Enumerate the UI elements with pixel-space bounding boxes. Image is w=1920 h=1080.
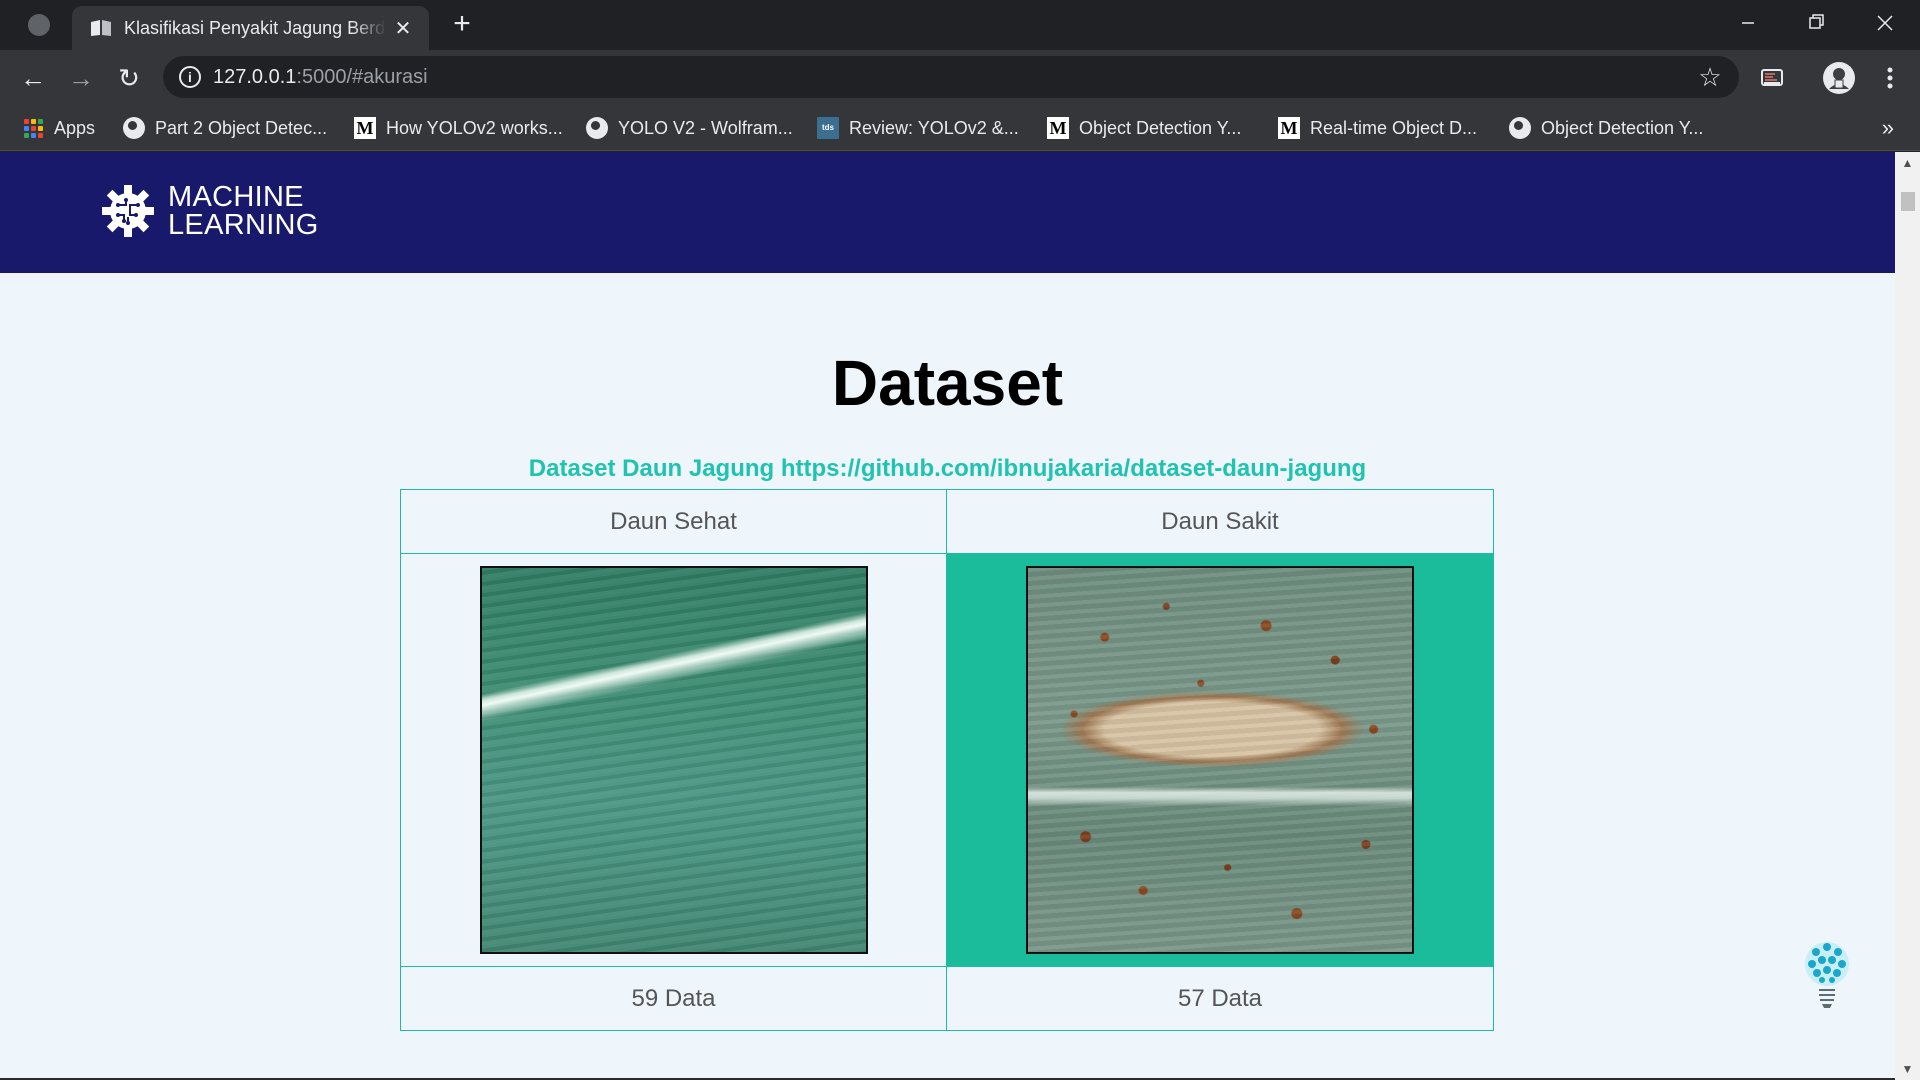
header-sick-leaf: Daun Sakit xyxy=(947,490,1493,554)
bookmark-label: Apps xyxy=(54,117,96,138)
bookmark-star-icon[interactable]: ☆ xyxy=(1695,62,1725,92)
healthy-count: 59 Data xyxy=(401,967,947,1030)
address-bar[interactable]: i 127.0.0.1:5000/#akurasi ☆ xyxy=(163,56,1739,98)
logo-line-1: MACHINE xyxy=(168,181,304,213)
window-close-icon[interactable] xyxy=(1862,8,1908,38)
bookmark-label: YOLO V2 - Wolfram... xyxy=(618,117,793,138)
apps-grid-icon xyxy=(22,117,44,139)
tab-title: Klasifikasi Penyakit Jagung Berdasarkan … xyxy=(124,18,386,40)
restore-icon[interactable] xyxy=(1793,8,1839,38)
bookmark-item[interactable]: M How YOLOv2 works... xyxy=(354,114,563,142)
healthy-leaf-image xyxy=(479,566,868,954)
medium-icon: M xyxy=(1047,117,1069,139)
tab-strip: Klasifikasi Penyakit Jagung Berdasarkan … xyxy=(0,0,1920,50)
tds-icon: tds xyxy=(817,117,839,139)
url-text[interactable]: 127.0.0.1:5000/#akurasi xyxy=(213,66,428,89)
active-tab[interactable]: Klasifikasi Penyakit Jagung Berdasarkan … xyxy=(72,6,429,50)
bookmark-item[interactable]: tds Review: YOLOv2 &... xyxy=(817,114,1019,142)
gear-brain-logo-icon xyxy=(102,185,154,237)
forward-icon[interactable]: → xyxy=(66,63,96,93)
scroll-up-arrow-icon[interactable]: ▲ xyxy=(1895,152,1920,174)
bookmark-label: Part 2 Object Detec... xyxy=(155,117,328,138)
sick-leaf-cell xyxy=(947,554,1493,967)
logo-text: MACHINE LEARNING xyxy=(168,181,319,241)
sick-count: 57 Data xyxy=(1177,984,1263,1012)
logo-line-2: LEARNING xyxy=(168,209,319,241)
profile-avatar-icon[interactable] xyxy=(1822,61,1856,95)
vertical-scrollbar[interactable]: ▲ ▼ xyxy=(1895,152,1920,1080)
scrollbar-thumb[interactable] xyxy=(1901,192,1915,211)
medium-icon: M xyxy=(354,117,376,139)
url-host: 127.0.0.1 xyxy=(213,66,297,88)
inactive-tab-globe-icon[interactable] xyxy=(28,14,50,36)
bookmarks-overflow-icon[interactable]: » xyxy=(1882,115,1894,141)
lightbulb-icon[interactable] xyxy=(1802,938,1852,1010)
bookmark-label: Review: YOLOv2 &... xyxy=(849,117,1019,138)
bookmark-item[interactable]: Part 2 Object Detec... xyxy=(123,114,327,142)
dataset-table: Daun Sehat Daun Sakit 59 Data 57 Data xyxy=(400,489,1494,1031)
bookmark-label: Real-time Object D... xyxy=(1310,117,1478,138)
menu-kebab-icon[interactable] xyxy=(1874,62,1906,94)
bookmarks-bar: Apps Part 2 Object Detec... M How YOLOv2… xyxy=(0,105,1920,151)
site-info-icon[interactable]: i xyxy=(179,66,201,88)
browser-toolbar: ← → ↻ i 127.0.0.1:5000/#akurasi ☆ xyxy=(0,50,1920,105)
medium-icon: M xyxy=(1278,117,1300,139)
scroll-down-arrow-icon[interactable]: ▼ xyxy=(1895,1058,1920,1080)
cast-icon[interactable] xyxy=(1756,62,1788,94)
reload-icon[interactable]: ↻ xyxy=(114,63,144,93)
back-icon[interactable]: ← xyxy=(18,63,48,93)
globe-icon xyxy=(123,117,145,139)
tab-close-icon[interactable]: ✕ xyxy=(392,18,414,40)
dataset-link-caption[interactable]: Dataset Daun Jagung https://github.com/i… xyxy=(0,455,1895,483)
header-healthy-leaf: Daun Sehat xyxy=(401,490,947,554)
globe-icon xyxy=(1509,117,1531,139)
bookmark-item[interactable]: M Real-time Object D... xyxy=(1278,114,1477,142)
minimize-icon[interactable] xyxy=(1725,8,1771,38)
bookmark-label: Object Detection Y... xyxy=(1079,117,1242,138)
site-header: MACHINE LEARNING xyxy=(0,152,1895,273)
bookmark-item[interactable]: M Object Detection Y... xyxy=(1047,114,1241,142)
bookmark-label: Object Detection Y... xyxy=(1541,117,1704,138)
page-title: Dataset xyxy=(831,347,1064,419)
bookmark-item[interactable]: Object Detection Y... xyxy=(1509,114,1703,142)
site-logo[interactable]: MACHINE LEARNING xyxy=(100,181,319,241)
page-viewport: MACHINE LEARNING Dataset Dataset Daun Ja… xyxy=(0,152,1920,1080)
book-icon xyxy=(91,20,111,36)
bookmark-item[interactable]: YOLO V2 - Wolfram... xyxy=(586,114,793,142)
new-tab-button[interactable]: + xyxy=(448,9,476,39)
sick-leaf-image xyxy=(1026,566,1414,954)
bookmark-apps[interactable]: Apps xyxy=(22,114,95,142)
globe-icon xyxy=(586,117,608,139)
bookmark-label: How YOLOv2 works... xyxy=(386,117,563,138)
url-path: :5000/#akurasi xyxy=(296,66,428,88)
healthy-leaf-cell xyxy=(401,554,947,967)
